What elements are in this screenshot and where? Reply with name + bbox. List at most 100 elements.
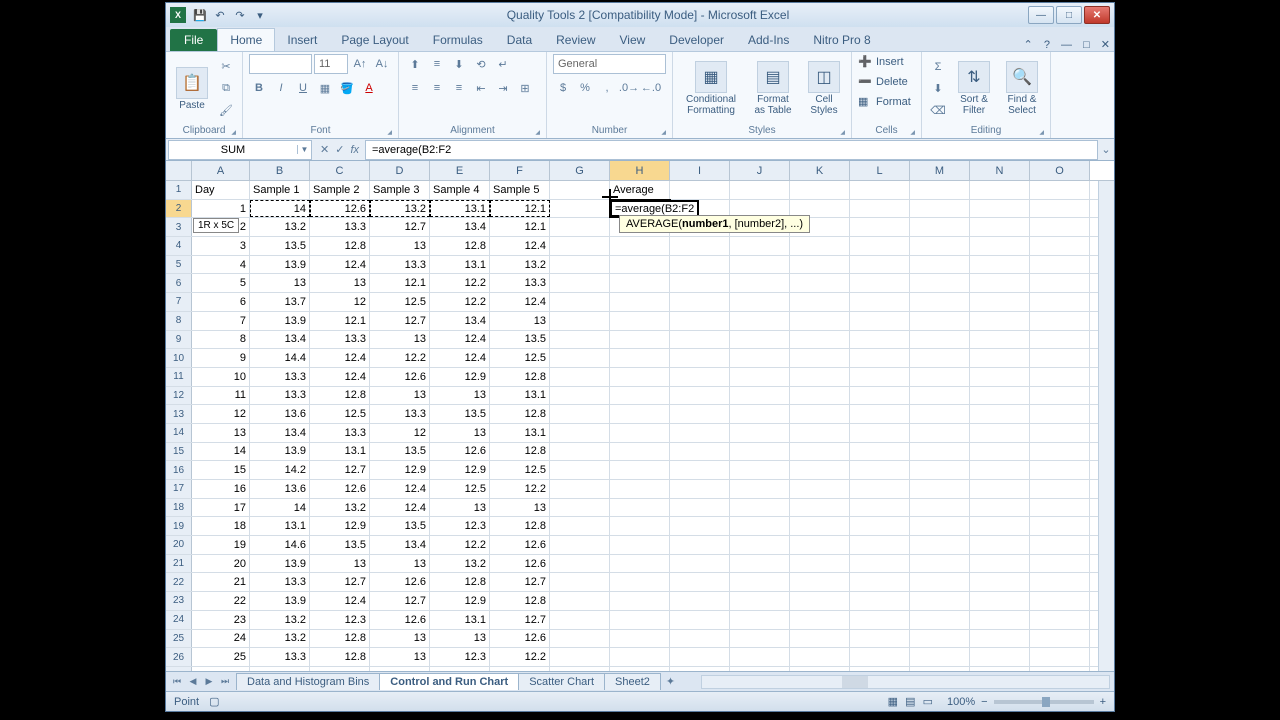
page-layout-view-button[interactable]: ▤ <box>905 696 915 708</box>
cell[interactable] <box>730 611 790 629</box>
cell[interactable]: 12.4 <box>370 480 430 498</box>
cell[interactable] <box>970 368 1030 386</box>
cell[interactable]: 24 <box>192 630 250 648</box>
cell[interactable]: 12.6 <box>490 536 550 554</box>
cell[interactable] <box>430 667 490 671</box>
find-select-button[interactable]: 🔍Find & Select <box>1000 59 1044 118</box>
cell[interactable]: 13.9 <box>250 312 310 330</box>
cell[interactable] <box>970 256 1030 274</box>
row-header[interactable]: 11 <box>166 368 192 386</box>
cell[interactable] <box>550 387 610 405</box>
cell[interactable]: 12.1 <box>490 200 550 218</box>
row-header[interactable]: 13 <box>166 405 192 423</box>
cell[interactable]: 13.2 <box>370 200 430 218</box>
cell[interactable] <box>970 667 1030 671</box>
align-top-button[interactable]: ⬆ <box>405 54 425 74</box>
cell[interactable] <box>1030 630 1090 648</box>
cell[interactable] <box>1030 181 1090 199</box>
cell[interactable]: 13 <box>310 555 370 573</box>
cell[interactable]: 13 <box>370 387 430 405</box>
cell[interactable] <box>850 667 910 671</box>
number-format-combo[interactable]: General <box>553 54 666 74</box>
cell[interactable] <box>550 573 610 591</box>
decrease-decimal-button[interactable]: ←.0 <box>641 78 661 98</box>
cell[interactable]: 12.3 <box>310 611 370 629</box>
vertical-scrollbar[interactable] <box>1098 181 1114 671</box>
cell[interactable] <box>670 237 730 255</box>
cell[interactable] <box>910 517 970 535</box>
cell[interactable] <box>1030 480 1090 498</box>
row-header[interactable]: 27 <box>166 667 192 671</box>
cell[interactable]: 13 <box>430 424 490 442</box>
cell[interactable] <box>850 592 910 610</box>
cell[interactable]: 12.9 <box>430 592 490 610</box>
page-break-view-button[interactable]: ▭ <box>923 696 933 708</box>
delete-cells-button[interactable]: ➖Delete <box>858 74 915 90</box>
cell[interactable] <box>850 274 910 292</box>
col-header-G[interactable]: G <box>550 161 610 180</box>
tab-view[interactable]: View <box>608 29 658 51</box>
row-header[interactable]: 26 <box>166 648 192 666</box>
cell[interactable] <box>550 499 610 517</box>
cell[interactable] <box>790 630 850 648</box>
workbook-restore-icon[interactable]: □ <box>1083 39 1090 51</box>
cut-button[interactable]: ✂ <box>216 57 236 77</box>
expand-formula-bar[interactable]: ⌄ <box>1098 143 1114 156</box>
cell[interactable] <box>850 461 910 479</box>
cell[interactable] <box>790 237 850 255</box>
cell[interactable] <box>550 293 610 311</box>
cell[interactable]: 6 <box>192 293 250 311</box>
cell[interactable] <box>1030 331 1090 349</box>
cell[interactable]: 10 <box>192 368 250 386</box>
sheet-tab[interactable]: Sheet2 <box>604 673 661 690</box>
cell[interactable] <box>670 331 730 349</box>
merge-button[interactable]: ⊞ <box>515 78 535 98</box>
cell[interactable]: Day <box>192 181 250 199</box>
cell[interactable]: 14.6 <box>250 536 310 554</box>
cell[interactable] <box>970 480 1030 498</box>
row-header[interactable]: 12 <box>166 387 192 405</box>
cell[interactable] <box>730 499 790 517</box>
wrap-text-button[interactable]: ↵ <box>493 54 513 74</box>
row-header[interactable]: 10 <box>166 349 192 367</box>
font-family-combo[interactable] <box>249 54 312 74</box>
cell[interactable]: 13.5 <box>490 331 550 349</box>
sort-filter-button[interactable]: ⇅Sort & Filter <box>952 59 996 118</box>
cell[interactable] <box>550 555 610 573</box>
next-sheet-button[interactable]: ▶ <box>202 676 216 687</box>
cell[interactable] <box>790 592 850 610</box>
cell[interactable]: Sample 4 <box>430 181 490 199</box>
cell[interactable]: 22 <box>192 592 250 610</box>
cell[interactable] <box>910 499 970 517</box>
cell[interactable]: 12.2 <box>430 536 490 554</box>
tab-addins[interactable]: Add-Ins <box>736 29 801 51</box>
cell[interactable] <box>1030 387 1090 405</box>
cell[interactable] <box>610 349 670 367</box>
cell[interactable] <box>730 237 790 255</box>
cell[interactable] <box>790 499 850 517</box>
cell[interactable] <box>370 667 430 671</box>
cell[interactable] <box>610 274 670 292</box>
cell[interactable] <box>730 667 790 671</box>
cell[interactable] <box>670 461 730 479</box>
cell[interactable]: 14.2 <box>250 461 310 479</box>
cell[interactable]: 5 <box>192 274 250 292</box>
name-box[interactable]: SUM ▼ <box>168 140 312 160</box>
cell[interactable]: 13.1 <box>430 256 490 274</box>
cell[interactable] <box>550 331 610 349</box>
row-header[interactable]: 18 <box>166 499 192 517</box>
cell[interactable] <box>790 573 850 591</box>
cell[interactable] <box>910 480 970 498</box>
cell[interactable]: 12.8 <box>490 443 550 461</box>
row-header[interactable]: 3 <box>166 218 192 236</box>
cell[interactable] <box>910 368 970 386</box>
cell[interactable]: 13 <box>370 648 430 666</box>
cell[interactable] <box>610 424 670 442</box>
cell[interactable]: 13.5 <box>430 405 490 423</box>
cell[interactable] <box>910 218 970 236</box>
cell[interactable]: 19 <box>192 536 250 554</box>
cell[interactable]: 13.2 <box>250 630 310 648</box>
cell[interactable]: 13.3 <box>310 331 370 349</box>
cell[interactable] <box>970 517 1030 535</box>
cell[interactable] <box>910 181 970 199</box>
